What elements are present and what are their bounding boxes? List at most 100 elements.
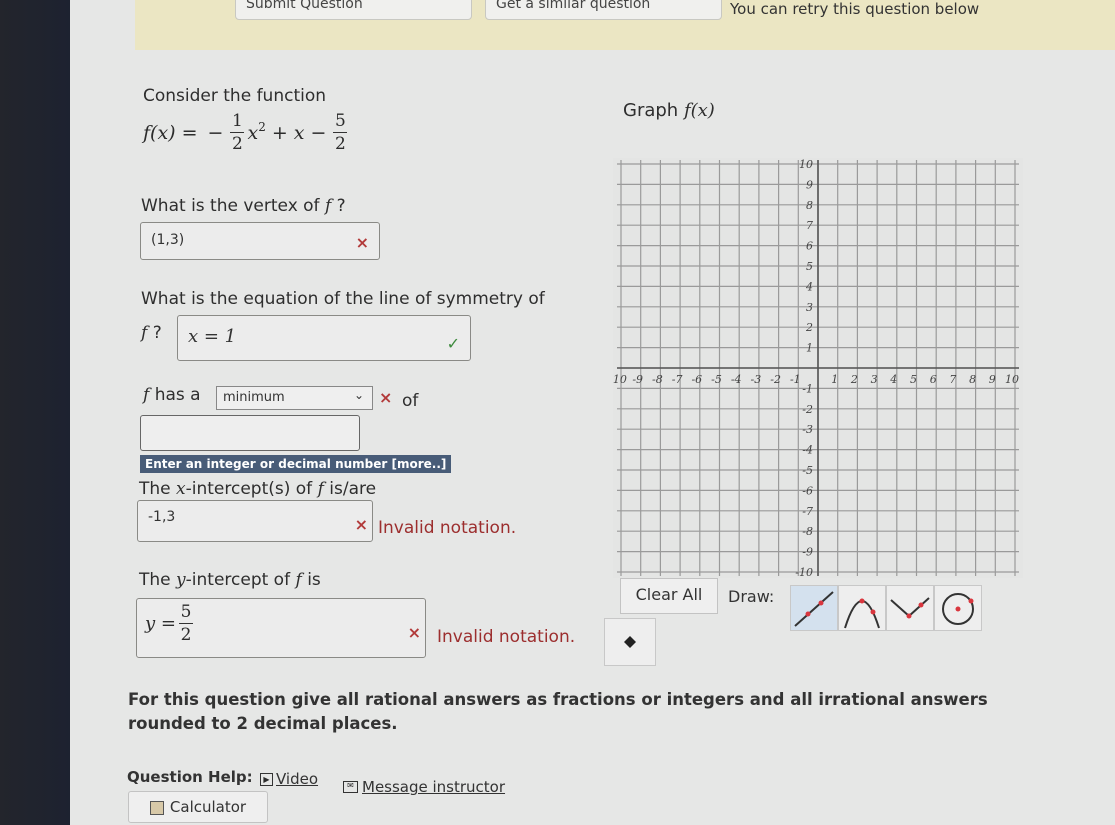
x-intercepts-error: Invalid notation.: [378, 518, 517, 538]
vertex-value: (1,3): [151, 232, 185, 248]
y-int-var: y: [176, 570, 186, 590]
x-tick-label: -3: [751, 373, 762, 386]
constant-fraction: 5 2: [333, 112, 348, 154]
message-instructor-link[interactable]: ✉ Message instructor: [343, 778, 505, 796]
line-tool-button[interactable]: [790, 585, 838, 631]
y-int-end: is: [307, 570, 321, 590]
y-tick-label: -6: [802, 484, 813, 497]
vertex-input[interactable]: (1,3) ×: [140, 222, 380, 260]
similar-question-button[interactable]: Get a similar question: [485, 0, 722, 20]
message-instructor-text[interactable]: Message instructor: [362, 778, 505, 796]
plus-sign: +: [271, 121, 288, 144]
y-tick-label: -4: [802, 444, 813, 457]
x-intercepts-value: -1,3: [148, 509, 176, 525]
calculator-button[interactable]: Calculator: [128, 791, 268, 823]
question-help-label: Question Help:: [127, 768, 253, 786]
y-tick-label: 8: [806, 199, 813, 212]
x-intercepts-incorrect-icon: ×: [354, 515, 368, 534]
min-max-dropdown[interactable]: minimum ⌄: [216, 386, 373, 410]
x-intercepts-input[interactable]: -1,3 ×: [137, 500, 373, 542]
envelope-icon: ✉: [343, 781, 358, 793]
extremum-prefix: f has a: [143, 385, 201, 405]
submit-question-button[interactable]: Submit Question: [235, 0, 472, 20]
x-intercept-prompt: The x-intercept(s) of f is/are: [139, 479, 376, 499]
const-denominator: 2: [334, 134, 346, 154]
extremum-suffix: of: [402, 391, 419, 411]
graph-label: Graph f(x): [623, 100, 715, 121]
y-int-fraction: 5 2: [178, 603, 193, 645]
x-int-pre: The: [139, 479, 171, 499]
y-intercept-input[interactable]: y = 5 2 ×: [136, 598, 426, 658]
x-tick-label: -7: [672, 373, 683, 386]
circle-tool-icon: [942, 593, 974, 625]
calculator-icon: [149, 800, 164, 815]
absolute-value-tool-button[interactable]: [886, 585, 934, 631]
x-tick-label: -5: [711, 373, 722, 386]
x-int-mid: -intercept(s) of: [185, 479, 313, 499]
incorrect-icon: ×: [355, 233, 369, 252]
y-tick-label: -2: [802, 403, 813, 416]
x-tick-label: 5: [910, 373, 917, 386]
y-tick-label: -7: [802, 505, 813, 518]
absolute-value-tool-icon: [890, 597, 930, 619]
vertex-prompt-var: f: [324, 196, 332, 216]
y-tick-label: 1: [806, 342, 813, 355]
y-int-den: 2: [180, 625, 192, 645]
x-tick-label: 7: [949, 373, 956, 386]
extremum-prefix-text: has a: [154, 385, 201, 405]
y-int-mid: -intercept of: [185, 570, 291, 590]
x-tick-label: -8: [652, 373, 663, 386]
clear-all-button[interactable]: Clear All: [620, 578, 718, 614]
intro-text: Consider the function: [143, 86, 327, 106]
x-int-f: f: [317, 479, 324, 499]
symmetry-value: x = 1: [188, 326, 237, 347]
y-tick-label: 10: [799, 158, 813, 171]
vertex-prompt-end: ?: [336, 196, 346, 216]
y-tick-label: 9: [806, 178, 813, 191]
chevron-down-icon: ⌄: [353, 388, 364, 402]
extremum-value-input[interactable]: [140, 415, 360, 451]
graph-label-text: Graph: [623, 100, 679, 121]
input-hint-tooltip[interactable]: Enter an integer or decimal number [more…: [140, 455, 452, 473]
calculator-label: Calculator: [169, 798, 247, 816]
x-tick-label: -1: [790, 373, 801, 386]
symmetry-input[interactable]: x = 1 ✓: [177, 315, 471, 361]
coordinate-grid[interactable]: -10-9-8-7-6-5-4-3-2-11234567891010987654…: [609, 158, 1023, 579]
function-lhs: f(x) =: [143, 121, 198, 144]
x-tick-label: 8: [969, 373, 976, 386]
function-formula: f(x) = − 1 2 x2 + x − 5 2: [143, 112, 350, 153]
x-tick-label: -4: [731, 373, 742, 386]
vertex-prompt-text: What is the vertex of: [141, 196, 320, 216]
point-tool-icon: [624, 636, 636, 648]
video-link[interactable]: ▶ Video: [260, 770, 318, 788]
x-tick-label: 9: [989, 373, 996, 386]
similar-question-label: Get a similar question: [496, 0, 651, 12]
y-tick-label: 2: [805, 321, 813, 334]
circle-tool-button[interactable]: [934, 585, 982, 631]
point-tool-button[interactable]: [604, 618, 656, 666]
screen-bezel: [0, 0, 70, 825]
x-tick-label: 1: [831, 373, 838, 386]
lead-sign: −: [207, 121, 224, 144]
coef-denominator: 2: [232, 134, 243, 154]
x-tick-label: 3: [871, 373, 878, 386]
y-int-pre: The: [139, 570, 171, 590]
y-tick-label: -1: [802, 382, 813, 395]
x-tick-label: -6: [691, 373, 702, 386]
x-term: x: [293, 121, 305, 144]
y-tick-label: -8: [802, 525, 813, 538]
instructions-text: For this question give all rational answ…: [128, 690, 988, 733]
y-tick-label: 3: [806, 301, 813, 314]
parabola-tool-button[interactable]: [838, 585, 886, 631]
y-tick-label: 6: [806, 240, 813, 253]
video-play-icon: ▶: [260, 772, 273, 786]
video-link-text[interactable]: Video: [276, 770, 318, 788]
x-int-var: x: [176, 479, 186, 499]
x-tick-label: 2: [850, 373, 858, 386]
y-int-lhs: y =: [145, 613, 176, 634]
graph-canvas[interactable]: -10-9-8-7-6-5-4-3-2-11234567891010987654…: [609, 158, 1023, 579]
symmetry-prompt-end: ?: [152, 323, 162, 343]
vertex-prompt: What is the vertex of f ?: [141, 196, 346, 216]
symmetry-var: f: [141, 323, 148, 343]
x-tick-label: 4: [889, 373, 897, 386]
